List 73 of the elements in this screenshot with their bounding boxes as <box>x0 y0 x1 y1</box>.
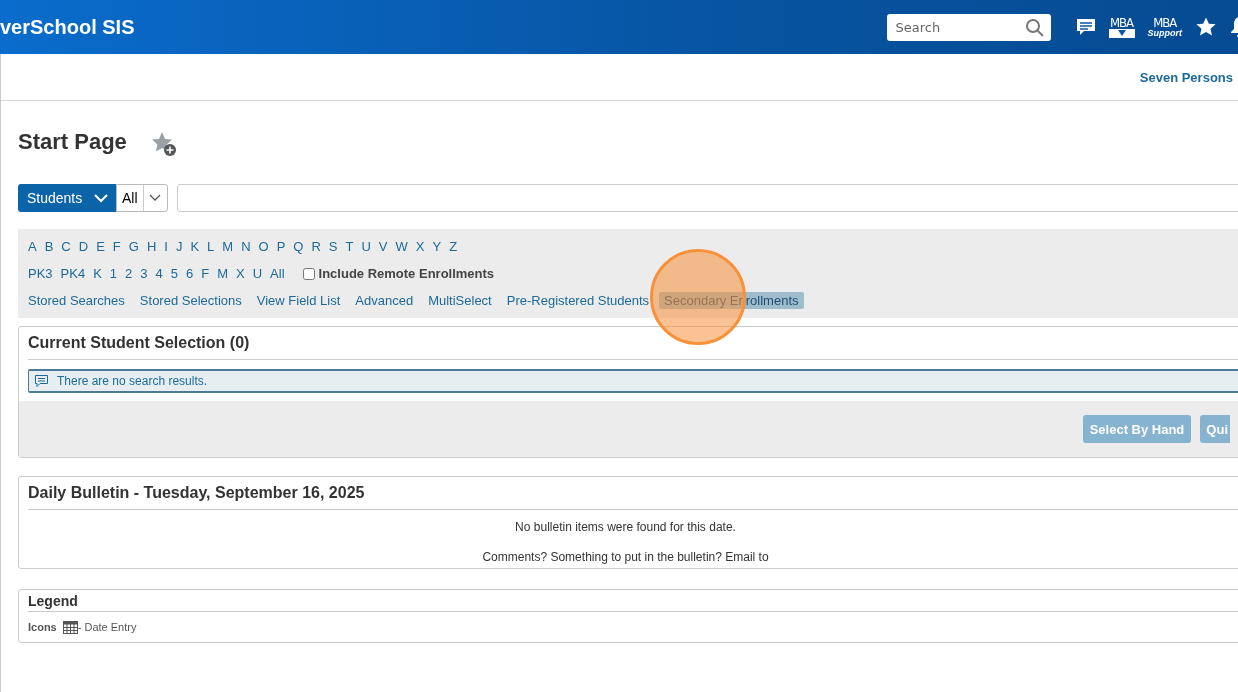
school-name[interactable]: Seven Persons <box>1139 69 1233 85</box>
letter-link[interactable]: A <box>28 239 37 254</box>
grade-link[interactable]: 3 <box>140 266 148 281</box>
grade-link[interactable]: PK3 <box>28 266 53 281</box>
letter-link[interactable]: J <box>175 239 183 254</box>
grade-link[interactable]: 5 <box>170 266 178 281</box>
mba-download-button[interactable]: MBA <box>1108 16 1135 38</box>
letter-link[interactable]: F <box>112 239 121 254</box>
search-link[interactable]: View Field List <box>251 292 346 309</box>
student-search-field[interactable] <box>176 184 1238 212</box>
panel-title: Daily Bulletin - Tuesday, September 16, 2025 <box>28 477 1238 510</box>
letter-link[interactable]: D <box>78 239 89 254</box>
panel-title: Legend <box>28 590 1238 612</box>
letter-link[interactable]: M <box>222 239 234 254</box>
grade-link[interactable]: PK4 <box>60 266 86 281</box>
grade-link[interactable]: M <box>217 266 229 281</box>
scope-dropdown[interactable]: All <box>116 184 168 212</box>
star-icon[interactable] <box>1195 16 1217 38</box>
grade-link[interactable]: 1 <box>109 266 118 281</box>
star-add-icon[interactable] <box>150 131 177 157</box>
letter-link[interactable]: E <box>96 239 105 254</box>
search-link[interactable]: Stored Searches <box>23 292 130 309</box>
grade-link[interactable]: 6 <box>186 266 194 281</box>
letter-link[interactable]: S <box>328 239 338 254</box>
letter-link[interactable]: I <box>164 239 168 254</box>
letter-link[interactable]: V <box>378 239 388 254</box>
caret-icon <box>94 193 108 203</box>
letter-link[interactable]: G <box>128 239 139 254</box>
letter-link[interactable]: O <box>258 239 269 254</box>
comment-icon <box>35 375 48 387</box>
letter-link[interactable]: Q <box>293 239 304 254</box>
grade-link[interactable]: X <box>236 266 245 281</box>
letter-link[interactable]: L <box>207 239 215 254</box>
letter-link[interactable]: Z <box>449 239 458 254</box>
checkbox-label: Include Remote Enrollments <box>318 266 495 281</box>
grade-link[interactable]: 4 <box>155 266 163 281</box>
search-type-dropdown[interactable]: Students <box>18 184 116 212</box>
letter-link[interactable]: P <box>276 239 286 254</box>
search-icon[interactable] <box>1024 17 1045 38</box>
message-text: There are no search results. <box>57 374 208 388</box>
page-title: Start Page <box>18 129 127 155</box>
message-icon[interactable] <box>1075 18 1096 36</box>
letter-link[interactable]: R <box>311 239 321 254</box>
mba-support-button[interactable]: MBA Support <box>1147 16 1182 38</box>
search-link[interactable]: Pre-Registered Students <box>501 292 655 309</box>
bulletin-text: Comments? Something to put in the bulletin? Email to <box>481 550 770 564</box>
letter-link[interactable]: W <box>395 239 408 254</box>
bulletin-text: No bulletin items were found for this date. <box>514 520 737 534</box>
letter-link[interactable]: B <box>44 239 54 254</box>
letter-link[interactable]: C <box>61 239 71 254</box>
search-link[interactable]: MultiSelect <box>423 292 497 309</box>
grade-link[interactable]: K <box>93 266 102 281</box>
search-field[interactable]: Search <box>886 13 1051 41</box>
search-link[interactable]: Stored Selections <box>134 292 247 309</box>
search-link[interactable]: Advanced <box>350 292 419 309</box>
grade-link[interactable]: F <box>201 266 210 281</box>
letter-link[interactable]: Y <box>432 239 442 254</box>
panel-title: Current Student Selection (0) <box>28 327 1238 360</box>
letter-link[interactable]: T <box>345 239 354 254</box>
grade-link[interactable]: U <box>252 266 263 281</box>
letter-link[interactable]: K <box>190 239 200 254</box>
caret-icon <box>148 194 161 202</box>
grade-link[interactable]: All <box>270 266 285 281</box>
legend-label: Icons <box>28 621 57 633</box>
letter-link[interactable]: N <box>241 239 251 254</box>
letter-link[interactable]: X <box>415 239 425 254</box>
letter-link[interactable]: U <box>361 239 371 254</box>
grade-link[interactable]: 2 <box>125 266 133 281</box>
checkbox[interactable] <box>302 267 315 280</box>
app-title: verSchool SIS <box>0 15 135 39</box>
calendar-icon <box>62 620 78 634</box>
letter-link[interactable]: H <box>146 239 157 254</box>
legend-entry: - Date Entry <box>77 621 137 633</box>
